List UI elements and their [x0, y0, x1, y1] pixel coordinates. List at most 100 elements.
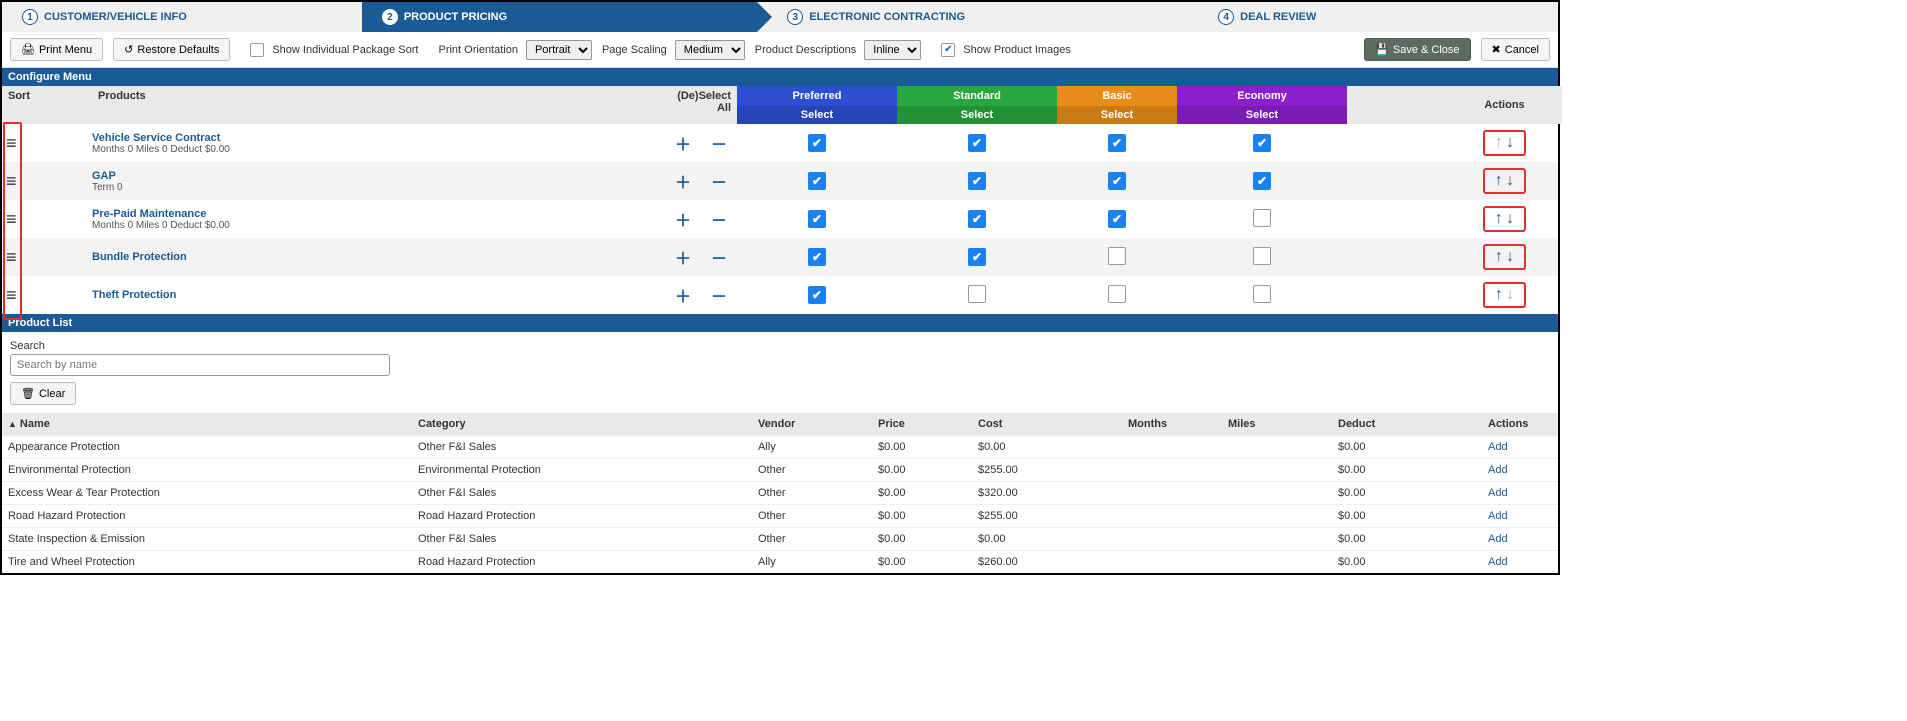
step-product-pricing[interactable]: 2 PRODUCT PRICING: [362, 2, 757, 32]
move-down-icon[interactable]: ↓: [1506, 210, 1514, 227]
tier-select[interactable]: Select: [1177, 106, 1347, 124]
product-name[interactable]: Bundle Protection: [92, 251, 662, 263]
deselect-all-minus-icon[interactable]: －: [711, 207, 727, 231]
step-deal-review[interactable]: 4 DEAL REVIEW: [1198, 2, 1558, 32]
drag-handle-icon[interactable]: ≡: [2, 285, 92, 306]
restore-defaults-button[interactable]: ↺ Restore Defaults: [113, 38, 230, 61]
add-link[interactable]: Add: [1482, 528, 1562, 550]
product-name[interactable]: Pre-Paid Maintenance: [92, 208, 662, 220]
product-list-row: State Inspection & EmissionOther F&I Sal…: [2, 527, 1558, 550]
tier-checkbox[interactable]: [968, 210, 986, 228]
tier-checkbox[interactable]: [1253, 285, 1271, 303]
tier-checkbox[interactable]: [808, 172, 826, 190]
select-all-plus-icon[interactable]: ＋: [675, 169, 691, 193]
move-up-icon[interactable]: ↑: [1495, 172, 1503, 189]
product-name[interactable]: GAP: [92, 170, 662, 182]
tier-checkbox[interactable]: [968, 248, 986, 266]
product-row: ≡Theft Protection＋－↑ ↓: [2, 276, 1558, 314]
drag-handle-icon[interactable]: ≡: [2, 133, 92, 154]
tier-checkbox[interactable]: [1253, 172, 1271, 190]
tier-select[interactable]: Select: [1057, 106, 1177, 124]
add-link[interactable]: Add: [1482, 459, 1562, 481]
col-cost[interactable]: Cost: [972, 413, 1122, 435]
product-name[interactable]: Vehicle Service Contract: [92, 132, 662, 144]
tier-checkbox-cell: [737, 286, 897, 304]
select-all-plus-icon[interactable]: ＋: [675, 245, 691, 269]
move-up-icon[interactable]: ↑: [1495, 286, 1503, 303]
drag-handle-icon[interactable]: ≡: [2, 209, 92, 230]
product-list-header: Name Category Vendor Price Cost Months M…: [2, 413, 1558, 435]
move-down-icon[interactable]: ↓: [1506, 134, 1514, 151]
search-input[interactable]: [10, 354, 390, 376]
move-down-icon[interactable]: ↓: [1506, 172, 1514, 189]
cell-cost: $0.00: [972, 528, 1122, 550]
show-images-checkbox[interactable]: [941, 43, 955, 57]
tier-basic[interactable]: Basic Select: [1057, 86, 1177, 124]
col-vendor[interactable]: Vendor: [752, 413, 872, 435]
col-deduct[interactable]: Deduct: [1332, 413, 1482, 435]
add-link[interactable]: Add: [1482, 505, 1562, 527]
select-all-plus-icon[interactable]: ＋: [675, 207, 691, 231]
tier-checkbox[interactable]: [968, 172, 986, 190]
tier-checkbox[interactable]: [1108, 247, 1126, 265]
add-link[interactable]: Add: [1482, 551, 1562, 573]
select-all-plus-icon[interactable]: ＋: [675, 131, 691, 155]
step-label: PRODUCT PRICING: [404, 11, 507, 23]
tier-checkbox[interactable]: [1108, 285, 1126, 303]
move-up-icon[interactable]: ↑: [1495, 248, 1503, 265]
tier-checkbox[interactable]: [808, 210, 826, 228]
tier-checkbox[interactable]: [1253, 134, 1271, 152]
deselect-all-minus-icon[interactable]: －: [711, 283, 727, 307]
tier-preferred[interactable]: Preferred Select: [737, 86, 897, 124]
drag-handle-icon[interactable]: ≡: [2, 171, 92, 192]
col-months[interactable]: Months: [1122, 413, 1222, 435]
print-orientation-select[interactable]: Portrait: [526, 40, 592, 60]
tier-checkbox[interactable]: [1253, 247, 1271, 265]
tier-checkbox-cell: [1057, 247, 1177, 268]
show-individual-checkbox[interactable]: [250, 43, 264, 57]
tier-checkbox[interactable]: [968, 285, 986, 303]
col-price[interactable]: Price: [872, 413, 972, 435]
tier-checkbox[interactable]: [1253, 209, 1271, 227]
tier-checkbox[interactable]: [1108, 172, 1126, 190]
tier-select[interactable]: Select: [737, 106, 897, 124]
step-electronic-contracting[interactable]: 3 ELECTRONIC CONTRACTING: [757, 2, 1198, 32]
tier-checkbox[interactable]: [808, 286, 826, 304]
tier-checkbox[interactable]: [1108, 210, 1126, 228]
add-link[interactable]: Add: [1482, 482, 1562, 504]
toolbar: 🖨 Print Menu ↺ Restore Defaults Show Ind…: [2, 32, 1558, 68]
col-name[interactable]: Name: [2, 413, 412, 435]
product-name[interactable]: Theft Protection: [92, 289, 662, 301]
move-up-icon[interactable]: ↑: [1495, 210, 1503, 227]
tier-checkbox[interactable]: [808, 134, 826, 152]
deselect-all-minus-icon[interactable]: －: [711, 169, 727, 193]
page-scaling-select[interactable]: Medium: [675, 40, 745, 60]
step-customer-vehicle[interactable]: 1 CUSTOMER/VEHICLE INFO: [2, 2, 362, 32]
deselect-all-minus-icon[interactable]: －: [711, 245, 727, 269]
cancel-button[interactable]: ✖ Cancel: [1481, 38, 1550, 61]
page-scaling-label: Page Scaling: [602, 44, 667, 56]
col-category[interactable]: Category: [412, 413, 752, 435]
tier-checkbox[interactable]: [808, 248, 826, 266]
select-all-plus-icon[interactable]: ＋: [675, 283, 691, 307]
tier-standard[interactable]: Standard Select: [897, 86, 1057, 124]
select-all-controls: ＋－: [662, 131, 737, 155]
tier-checkbox-cell: [897, 172, 1057, 190]
product-desc-select[interactable]: Inline: [864, 40, 921, 60]
save-close-button[interactable]: 💾 Save & Close: [1364, 38, 1470, 61]
cell-category: Other F&I Sales: [412, 436, 752, 458]
cell-deduct: $0.00: [1332, 551, 1482, 573]
cell-deduct: $0.00: [1332, 482, 1482, 504]
tier-checkbox[interactable]: [968, 134, 986, 152]
add-link[interactable]: Add: [1482, 436, 1562, 458]
tier-economy[interactable]: Economy Select: [1177, 86, 1347, 124]
move-down-icon[interactable]: ↓: [1506, 248, 1514, 265]
actions-highlight: ↑ ↓: [1483, 206, 1526, 232]
drag-handle-icon[interactable]: ≡: [2, 247, 92, 268]
col-miles[interactable]: Miles: [1222, 413, 1332, 435]
clear-button[interactable]: 🗑 Clear: [10, 382, 76, 405]
tier-select[interactable]: Select: [897, 106, 1057, 124]
print-menu-button[interactable]: 🖨 Print Menu: [10, 38, 103, 61]
deselect-all-minus-icon[interactable]: －: [711, 131, 727, 155]
tier-checkbox[interactable]: [1108, 134, 1126, 152]
